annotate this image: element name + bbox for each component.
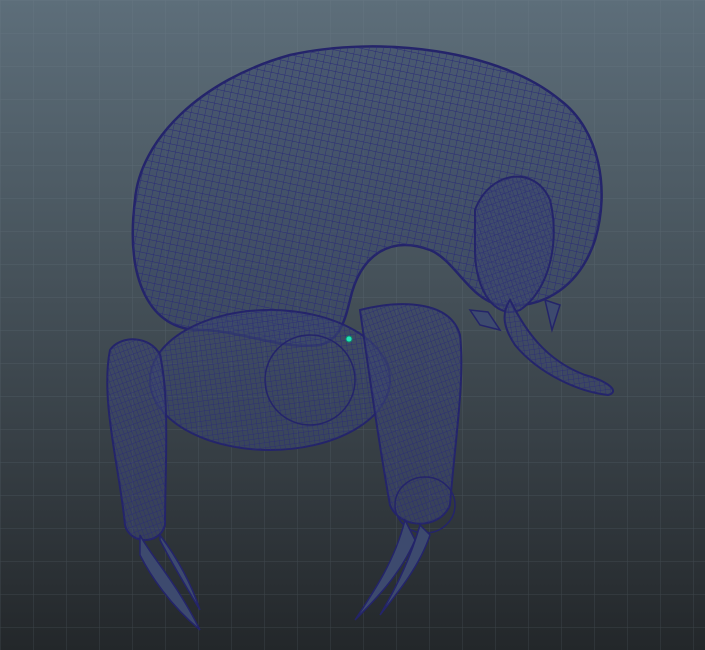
3d-viewport[interactable] <box>0 0 705 650</box>
pivot-marker[interactable] <box>345 335 353 343</box>
viewport-canvas[interactable] <box>0 0 705 650</box>
hip-mesh[interactable] <box>149 309 391 451</box>
